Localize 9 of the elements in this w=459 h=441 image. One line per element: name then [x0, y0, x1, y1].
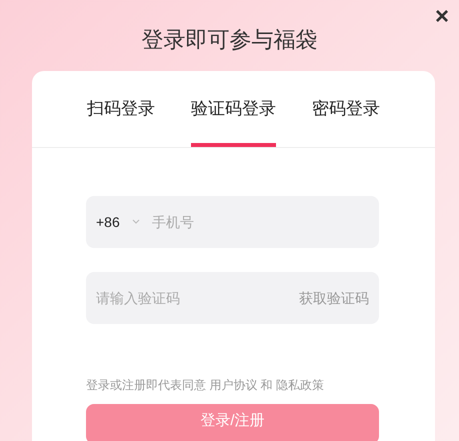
login-tab[interactable]: 密码登录 [312, 71, 380, 147]
login-tab[interactable]: 验证码登录 [191, 71, 276, 147]
close-button[interactable]: × [434, 4, 449, 30]
page-title: 登录即可参与福袋 [142, 28, 318, 52]
chevron-down-icon [132, 219, 140, 225]
phone-field[interactable]: +86 手机号 [86, 196, 379, 248]
login-tab[interactable]: 扫码登录 [87, 71, 155, 147]
country-code[interactable]: +86 [96, 212, 120, 232]
agreement-text: 登录或注册即代表同意 用户协议 和 隐私政策 [86, 377, 326, 394]
